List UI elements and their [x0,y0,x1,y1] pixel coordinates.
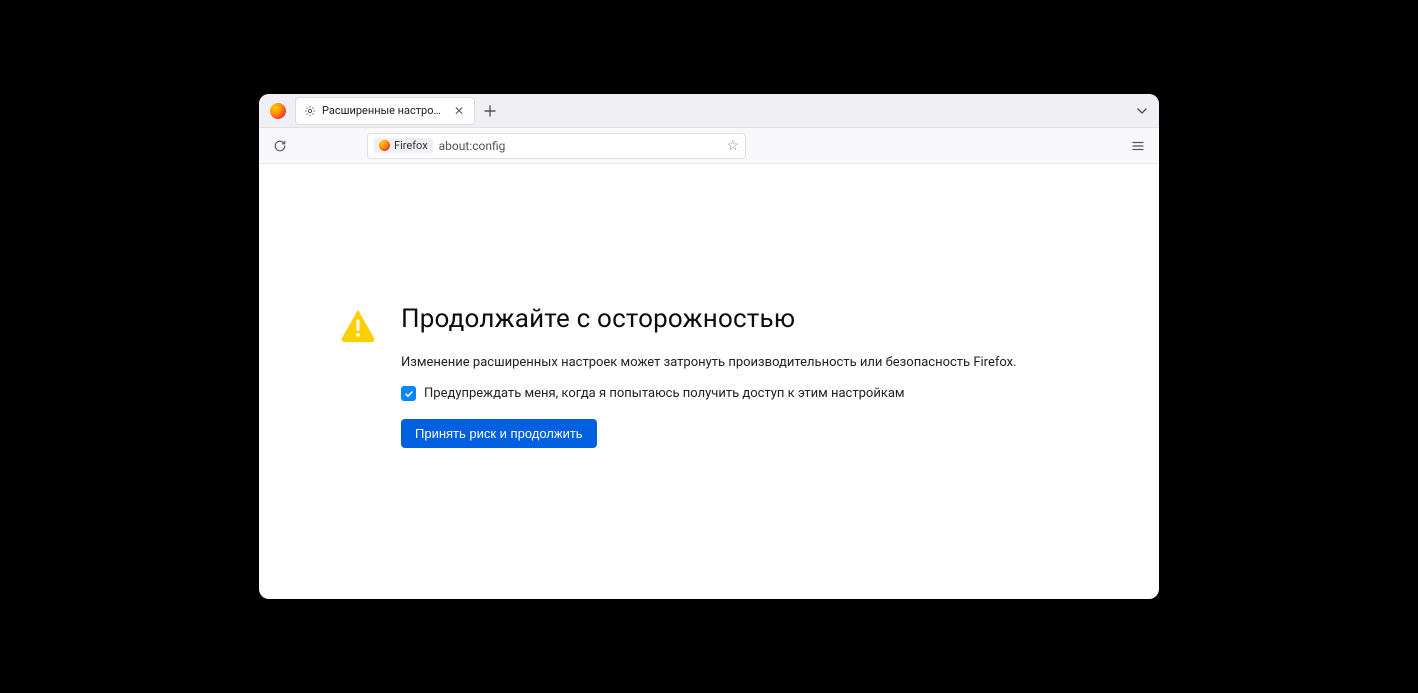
warn-checkbox[interactable] [401,386,416,401]
tab-close-button[interactable]: ✕ [452,104,466,118]
plus-icon [484,105,496,117]
firefox-logo-icon [379,140,390,151]
browser-window: Расширенные настройки ✕ Firefox about:co… [259,94,1159,599]
chevron-down-icon [1136,105,1148,117]
reload-button[interactable] [269,135,291,157]
reload-icon [273,139,287,153]
hamburger-icon [1131,139,1145,153]
url-text: about:config [439,139,506,153]
app-menu-button[interactable] [1127,135,1149,157]
warn-checkbox-row[interactable]: Предупреждать меня, когда я попытаюсь по… [401,386,1017,401]
firefox-logo-icon [270,103,286,119]
warning-body: Продолжайте с осторожностью Изменение ра… [401,304,1017,448]
nav-bar: Firefox about:config ☆ [259,128,1159,164]
gear-icon [304,105,316,117]
tabs-dropdown-button[interactable] [1131,100,1153,122]
page-description: Изменение расширенных настроек может зат… [401,354,1017,372]
identity-label: Firefox [394,139,428,152]
app-logo [265,98,291,124]
tab-title: Расширенные настройки [322,104,446,117]
browser-tab[interactable]: Расширенные настройки ✕ [295,97,475,125]
bookmark-star-button[interactable]: ☆ [726,138,739,154]
identity-box[interactable]: Firefox [374,138,433,153]
accept-risk-button[interactable]: Принять риск и продолжить [401,419,597,448]
page-heading: Продолжайте с осторожностью [401,304,1017,334]
tab-strip: Расширенные настройки ✕ [259,94,1159,128]
new-tab-button[interactable] [479,100,501,122]
page-content: Продолжайте с осторожностью Изменение ра… [259,164,1159,599]
warn-checkbox-label: Предупреждать меня, когда я попытаюсь по… [424,386,905,401]
warning-icon [339,306,377,348]
url-bar[interactable]: Firefox about:config ☆ [367,133,746,159]
check-icon [404,389,414,399]
